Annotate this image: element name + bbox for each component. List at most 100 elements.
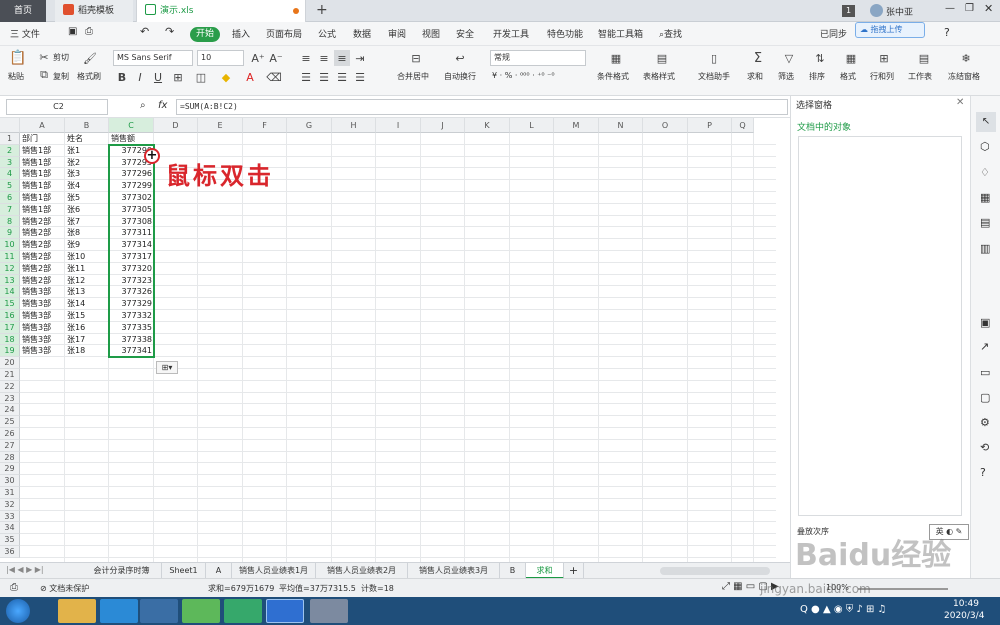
minimize-icon[interactable]: —: [945, 3, 955, 14]
wrap-text-icon[interactable]: ↩: [452, 50, 468, 66]
menu-smart-tools[interactable]: 智能工具箱: [598, 27, 643, 40]
row-header[interactable]: 13: [0, 274, 20, 287]
worksheet-icon[interactable]: ▤: [916, 50, 932, 66]
row-col-icon[interactable]: ⊞: [876, 50, 892, 66]
sort-button[interactable]: 排序: [809, 71, 825, 82]
cell[interactable]: 张11: [65, 263, 109, 275]
cell[interactable]: 销售1部: [20, 157, 65, 169]
horizontal-scrollbar[interactable]: [660, 567, 770, 575]
tab-home[interactable]: 首页: [0, 0, 46, 22]
column-header[interactable]: G: [287, 118, 332, 133]
fill-handle-cursor-icon[interactable]: +: [144, 148, 160, 164]
shapes-tool-icon[interactable]: ⬡: [980, 140, 990, 153]
tab-document[interactable]: 演示.xls: [136, 0, 306, 22]
add-sheet-button[interactable]: +: [564, 563, 584, 579]
worksheet-button[interactable]: 工作表: [908, 71, 932, 82]
paste-icon[interactable]: 📋: [9, 50, 26, 66]
number-format-buttons[interactable]: ¥ · % · ⁰⁰⁰ · ⁺⁰ ⁻⁰: [492, 71, 555, 80]
sheet-tab[interactable]: 销售人员业绩表2月: [316, 563, 408, 579]
menu-features[interactable]: 特色功能: [547, 27, 583, 40]
row-header[interactable]: 35: [0, 534, 20, 546]
row-header[interactable]: 30: [0, 475, 20, 487]
tab-template[interactable]: 稻壳模板: [55, 0, 133, 22]
selection-range[interactable]: [108, 143, 155, 359]
clock-time[interactable]: 10:49: [953, 599, 979, 609]
undo-icon[interactable]: ↶: [140, 25, 149, 38]
format-button[interactable]: 格式: [840, 71, 856, 82]
align-top-icon[interactable]: ≡: [298, 50, 314, 66]
font-color-icon[interactable]: A: [242, 69, 258, 85]
column-header[interactable]: O: [643, 118, 688, 133]
cell[interactable]: 销售2部: [20, 263, 65, 275]
browser-icon[interactable]: [100, 599, 138, 623]
align-center-icon[interactable]: ☰: [316, 69, 332, 85]
clock-date[interactable]: 2020/3/4: [944, 611, 984, 621]
row-header[interactable]: 7: [0, 203, 20, 216]
column-header[interactable]: A: [20, 118, 65, 133]
filter-icon[interactable]: ▽: [781, 50, 797, 66]
cell[interactable]: 销售3部: [20, 286, 65, 298]
select-all-corner[interactable]: [0, 118, 20, 133]
pane-close-icon[interactable]: ✕: [956, 97, 964, 108]
cell[interactable]: 销售2部: [20, 227, 65, 239]
underline-icon[interactable]: U: [150, 69, 166, 85]
new-tab-button[interactable]: +: [316, 2, 328, 18]
menu-view[interactable]: 视图: [422, 27, 440, 40]
cell[interactable]: 销售1部: [20, 192, 65, 204]
cell[interactable]: 销售2部: [20, 275, 65, 287]
cell[interactable]: 张15: [65, 310, 109, 322]
style-tool-icon[interactable]: ♢: [980, 166, 990, 179]
conditional-format-icon[interactable]: ▦: [608, 50, 624, 66]
cell[interactable]: 张7: [65, 216, 109, 228]
pointer-tool-icon[interactable]: ↖: [976, 112, 996, 132]
wrap-text-button[interactable]: 自动换行: [444, 71, 476, 82]
menu-data[interactable]: 数据: [353, 27, 371, 40]
redo-icon[interactable]: ↷: [165, 25, 174, 38]
cell[interactable]: 销售2部: [20, 239, 65, 251]
sum-icon[interactable]: Σ: [750, 50, 766, 66]
cell[interactable]: 张14: [65, 298, 109, 310]
settings-tool-icon[interactable]: ⚙: [980, 416, 990, 429]
row-header[interactable]: 10: [0, 239, 20, 251]
column-header[interactable]: K: [465, 118, 510, 133]
font-size-select[interactable]: 10: [197, 50, 244, 66]
cell[interactable]: 张6: [65, 204, 109, 216]
table-style-button[interactable]: 表格样式: [643, 71, 675, 82]
row-header[interactable]: 19: [0, 345, 20, 358]
conditional-format-button[interactable]: 条件格式: [597, 71, 629, 82]
indent-icon[interactable]: ⇥: [352, 50, 368, 66]
player-app-icon[interactable]: [224, 599, 262, 623]
sort-icon[interactable]: ⇅: [812, 50, 828, 66]
row-header[interactable]: 34: [0, 522, 20, 535]
table-tool-icon[interactable]: ▦: [980, 191, 990, 204]
italic-icon[interactable]: I: [132, 69, 148, 85]
sheet-tab[interactable]: Sheet1: [162, 563, 206, 579]
cell[interactable]: 张2: [65, 157, 109, 169]
menu-insert[interactable]: 插入: [232, 27, 250, 40]
row-header[interactable]: 4: [0, 168, 20, 181]
save-icon[interactable]: ▣: [68, 26, 77, 37]
column-header[interactable]: J: [421, 118, 465, 133]
close-icon[interactable]: ✕: [984, 2, 993, 15]
cell[interactable]: 销售2部: [20, 216, 65, 228]
bar-chart-tool-icon[interactable]: ▥: [980, 242, 990, 255]
align-bottom-icon[interactable]: ≡: [334, 50, 350, 66]
chart-tool-icon[interactable]: ▤: [980, 216, 990, 229]
paste-button[interactable]: 粘贴: [8, 71, 24, 82]
cell[interactable]: 张13: [65, 286, 109, 298]
row-header[interactable]: 12: [0, 262, 20, 275]
bold-icon[interactable]: B: [114, 69, 130, 85]
row-header[interactable]: 22: [0, 380, 20, 393]
merge-icon[interactable]: ⊟: [408, 50, 424, 66]
menu-start[interactable]: 开始: [190, 27, 220, 42]
cell[interactable]: 销售3部: [20, 345, 65, 357]
menu-page-layout[interactable]: 页面布局: [266, 27, 302, 40]
row-header[interactable]: 26: [0, 428, 20, 440]
sum-button[interactable]: 求和: [747, 71, 763, 82]
tab-count-badge[interactable]: 1: [842, 5, 855, 17]
column-header[interactable]: Q: [732, 118, 754, 133]
menu-developer[interactable]: 开发工具: [493, 27, 529, 40]
table-style-icon[interactable]: ▤: [654, 50, 670, 66]
menu-security[interactable]: 安全: [456, 27, 474, 40]
sheet-tab[interactable]: 销售人员业绩表3月: [408, 563, 500, 579]
